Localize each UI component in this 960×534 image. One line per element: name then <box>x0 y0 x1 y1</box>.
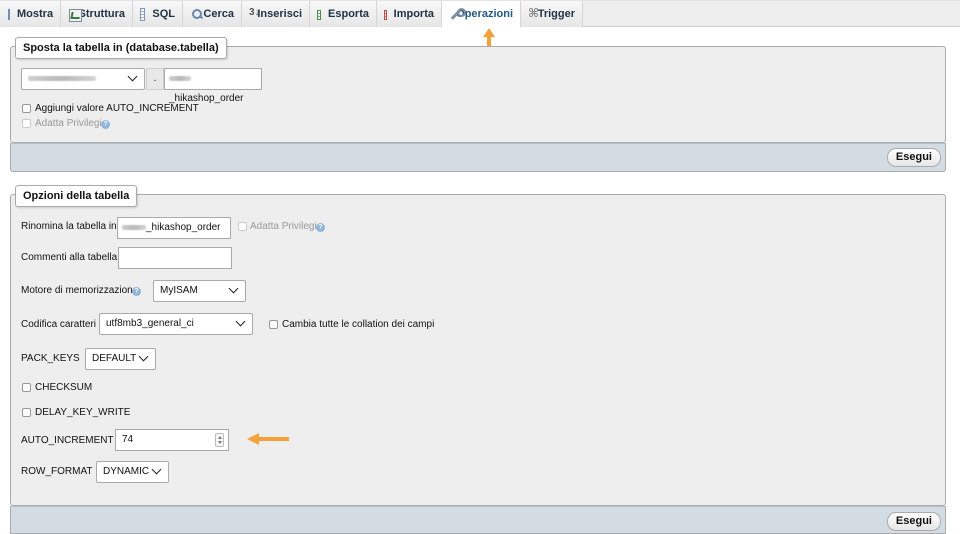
blurred-prefix <box>169 75 191 81</box>
target-table-input[interactable]: _hikashop_order <box>164 68 262 104</box>
tab-sql[interactable]: SQL <box>133 1 183 27</box>
row-format-label: ROW_FORMAT <box>21 466 93 477</box>
tab-bar: Mostra Struttura SQL Cerca Inserisci Esp… <box>0 0 960 28</box>
checksum-label: CHECKSUM <box>35 382 93 393</box>
table-options-footer: Esegui <box>10 506 946 534</box>
export-icon <box>317 10 322 20</box>
number-stepper[interactable] <box>215 433 224 447</box>
pack-keys-label: PACK_KEYS <box>21 353 80 364</box>
chevron-down-icon <box>127 71 138 82</box>
auto-increment-checkbox[interactable] <box>22 104 31 113</box>
engine-select[interactable]: MyISAM <box>153 280 246 302</box>
import-icon <box>384 10 387 20</box>
delay-key-write-label: DELAY_KEY_WRITE <box>35 407 131 418</box>
rename-table-input[interactable]: _hikashop_order <box>117 217 231 239</box>
separator-dot: . <box>146 68 164 90</box>
table-options-panel: Opzioni della tabella Rinomina la tabell… <box>10 185 946 506</box>
table-options-legend: Opzioni della tabella <box>15 185 138 207</box>
pack-keys-select[interactable]: DEFAULT <box>85 348 156 370</box>
blurred-prefix <box>122 224 146 230</box>
engine-value: MyISAM <box>160 285 198 296</box>
sql-icon <box>140 7 146 21</box>
auto-increment-input[interactable]: 74 <box>115 429 229 451</box>
auto-increment-field-label: AUTO_INCREMENT <box>21 435 114 446</box>
trigger-icon <box>528 6 538 21</box>
tab-operazioni[interactable]: Operazioni <box>442 1 521 28</box>
tab-label: Cerca <box>203 8 234 20</box>
tab-struttura[interactable]: Struttura <box>61 1 133 27</box>
checksum-checkbox[interactable] <box>22 383 31 392</box>
database-select[interactable] <box>21 68 145 90</box>
chevron-down-icon <box>228 283 239 294</box>
adjust-privileges-label: Adatta Privilegi <box>35 118 102 129</box>
tab-label: Trigger <box>537 8 575 20</box>
adjust-privileges-checkbox[interactable] <box>22 119 31 128</box>
tab-esporta[interactable]: Esporta <box>310 1 377 27</box>
tab-label: Inserisci <box>257 8 302 20</box>
tab-mostra[interactable]: Mostra <box>0 1 61 27</box>
collation-select[interactable]: utf8mb3_general_ci <box>99 313 253 335</box>
tab-label: Struttura <box>78 8 125 20</box>
comments-label: Commenti alla tabella <box>21 252 118 263</box>
tab-importa[interactable]: Importa <box>377 1 442 27</box>
rename-table-value: _hikashop_order <box>146 222 221 233</box>
comments-input[interactable] <box>118 247 232 269</box>
pack-keys-value: DEFAULT <box>92 353 137 364</box>
chevron-down-icon <box>138 351 149 362</box>
tab-label: SQL <box>152 8 175 20</box>
table-options-go-button[interactable]: Esegui <box>886 512 941 531</box>
structure-icon <box>68 8 81 22</box>
rename-adjust-privileges-label: Adatta Privilegi <box>250 221 317 232</box>
browse-table-icon <box>8 8 10 20</box>
move-table-legend: Sposta la tabella in (database.tabella) <box>15 37 227 59</box>
collation-value: utf8mb3_general_ci <box>106 318 194 329</box>
chevron-down-icon <box>235 316 246 327</box>
help-icon[interactable]: ? <box>101 120 110 129</box>
move-table-go-button[interactable]: Esegui <box>886 148 941 167</box>
rename-label: Rinomina la tabella in <box>21 221 117 232</box>
tab-label: Esporta <box>328 8 369 20</box>
search-icon <box>190 8 203 21</box>
row-format-value: DYNAMIC <box>103 466 150 477</box>
tab-label: Importa <box>393 8 434 20</box>
engine-label: Motore di memorizzazione <box>21 285 139 296</box>
change-all-collations-checkbox[interactable] <box>269 320 278 329</box>
help-icon[interactable]: ? <box>132 287 141 296</box>
move-table-footer: Esegui <box>10 143 946 172</box>
tab-cerca[interactable]: Cerca <box>183 1 242 27</box>
help-icon[interactable]: ? <box>316 223 325 232</box>
insert-icon <box>249 7 263 21</box>
delay-key-write-checkbox[interactable] <box>22 408 31 417</box>
change-all-collations-label: Cambia tutte le collation dei campi <box>282 319 435 330</box>
auto-increment-value: 74 <box>122 434 134 445</box>
chevron-down-icon <box>151 464 162 475</box>
tab-trigger[interactable]: Trigger <box>521 1 583 27</box>
tab-label: Mostra <box>17 8 54 20</box>
blurred-database-name <box>28 75 96 81</box>
move-table-panel: Sposta la tabella in (database.tabella) … <box>10 37 946 143</box>
tab-inserisci[interactable]: Inserisci <box>242 1 310 27</box>
row-format-select[interactable]: DYNAMIC <box>96 461 169 483</box>
rename-adjust-privileges-checkbox[interactable] <box>238 222 247 231</box>
collation-label: Codifica caratteri <box>21 319 97 330</box>
annotation-arrow-left-icon <box>247 433 289 445</box>
auto-increment-label: Aggiungi valore AUTO_INCREMENT <box>35 103 199 114</box>
